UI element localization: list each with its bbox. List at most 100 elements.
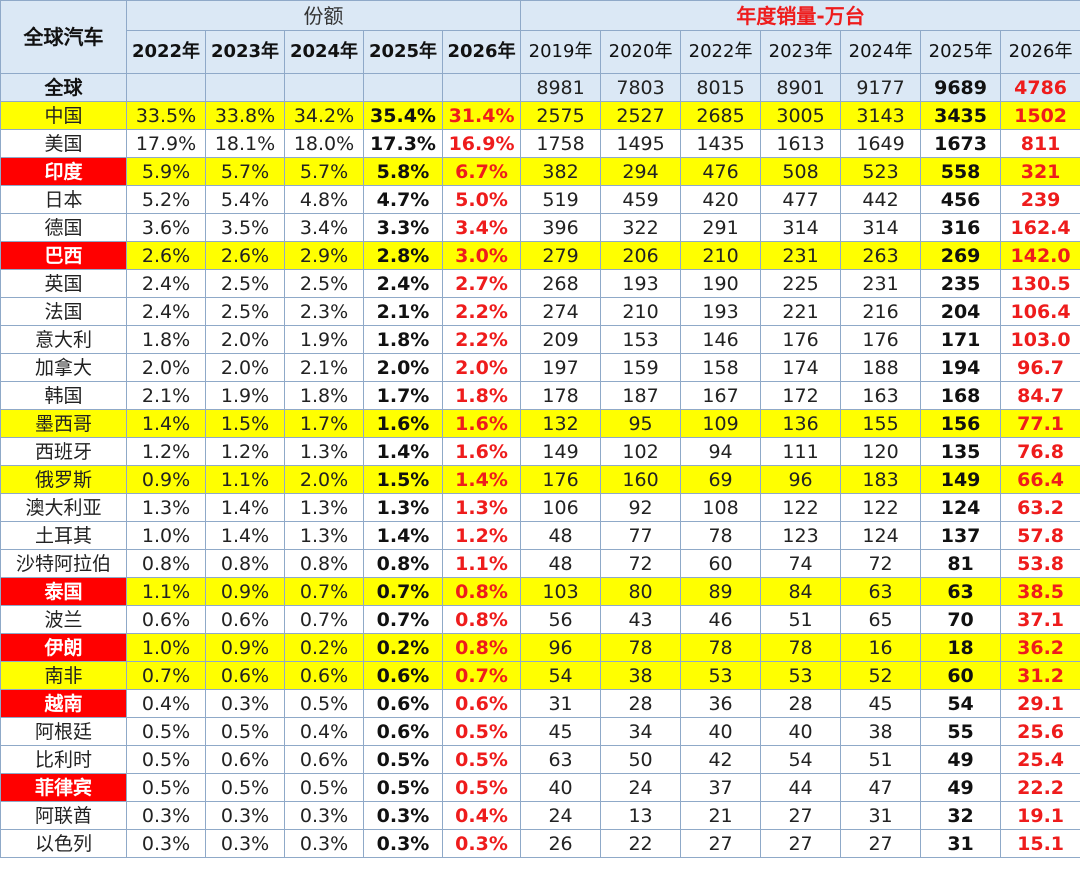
sales-cell: 38 — [600, 661, 682, 690]
sales-cell: 96 — [760, 465, 842, 494]
sales-cell: 31.2 — [1000, 661, 1080, 690]
share-cell: 0.3% — [205, 801, 285, 830]
sales-cell: 132 — [520, 409, 602, 438]
share-year-header: 2024年 — [284, 30, 364, 74]
sales-cell: 102 — [600, 437, 682, 466]
share-cell: 1.5% — [363, 465, 443, 494]
share-cell: 2.0% — [441, 353, 522, 382]
share-cell — [441, 73, 522, 102]
country-name: 沙特阿拉伯 — [0, 549, 127, 578]
sales-cell: 60 — [920, 661, 1002, 690]
sales-year-header: 2019年 — [520, 30, 602, 74]
share-cell: 3.3% — [363, 213, 443, 242]
country-name: 菲律宾 — [0, 773, 127, 802]
sales-year-header: 2024年 — [840, 30, 922, 74]
sales-cell: 45 — [840, 689, 922, 718]
share-cell: 0.5% — [205, 773, 285, 802]
share-cell: 2.1% — [363, 297, 443, 326]
sales-cell: 66.4 — [1000, 465, 1080, 494]
share-cell: 0.6% — [284, 745, 364, 774]
share-cell: 2.9% — [284, 241, 364, 270]
share-cell: 17.3% — [363, 129, 443, 158]
sales-cell: 149 — [520, 437, 602, 466]
share-cell: 2.2% — [441, 325, 522, 354]
share-cell: 0.5% — [363, 773, 443, 802]
sales-cell: 27 — [680, 829, 762, 858]
sales-cell: 268 — [520, 269, 602, 298]
country-name: 南非 — [0, 661, 127, 690]
country-name: 越南 — [0, 689, 127, 718]
sales-cell: 74 — [760, 549, 842, 578]
share-cell: 0.9% — [205, 577, 285, 606]
sales-cell: 54 — [760, 745, 842, 774]
sales-cell: 36.2 — [1000, 633, 1080, 662]
sales-cell: 2685 — [680, 101, 762, 130]
share-cell: 0.4% — [284, 717, 364, 746]
share-cell: 1.9% — [205, 381, 285, 410]
table-row: 以色列 0.3% 0.3% 0.3% 0.3% 0.3% 26 22 27 27 27 31 15.1 — [0, 829, 1080, 858]
sales-year-header: 2020年 — [600, 30, 682, 74]
sales-cell: 1502 — [1000, 101, 1080, 130]
share-cell: 1.0% — [126, 633, 206, 662]
sales-cell: 22 — [600, 829, 682, 858]
sales-cell: 124 — [920, 493, 1002, 522]
share-cell: 0.5% — [205, 717, 285, 746]
country-name: 德国 — [0, 213, 127, 242]
sales-cell: 209 — [520, 325, 602, 354]
sales-cell: 84 — [760, 577, 842, 606]
share-cell: 2.5% — [205, 297, 285, 326]
sales-cell: 49 — [920, 773, 1002, 802]
sales-cell: 37.1 — [1000, 605, 1080, 634]
share-year-header: 2023年 — [205, 30, 285, 74]
share-cell: 0.3% — [284, 801, 364, 830]
share-cell: 0.8% — [126, 549, 206, 578]
share-cell: 1.3% — [284, 437, 364, 466]
share-cell: 6.7% — [441, 157, 522, 186]
sales-cell: 160 — [600, 465, 682, 494]
sales-cell: 38 — [840, 717, 922, 746]
country-name: 韩国 — [0, 381, 127, 410]
share-cell: 2.0% — [205, 325, 285, 354]
country-name: 法国 — [0, 297, 127, 326]
sales-cell: 477 — [760, 185, 842, 214]
sales-cell: 204 — [920, 297, 1002, 326]
sales-cell: 3435 — [920, 101, 1002, 130]
share-cell: 1.4% — [363, 437, 443, 466]
sales-cell: 45 — [520, 717, 602, 746]
sales-cell: 28 — [760, 689, 842, 718]
sales-cell: 95 — [600, 409, 682, 438]
share-cell: 0.4% — [441, 801, 522, 830]
sales-cell: 78 — [680, 633, 762, 662]
share-cell: 2.0% — [205, 353, 285, 382]
sales-cell: 149 — [920, 465, 1002, 494]
sales-cell: 65 — [840, 605, 922, 634]
share-cell: 0.3% — [363, 801, 443, 830]
sales-cell: 263 — [840, 241, 922, 270]
share-year-header: 2026年 — [441, 30, 522, 74]
sales-cell: 38.5 — [1000, 577, 1080, 606]
country-name: 波兰 — [0, 605, 127, 634]
share-cell: 1.1% — [205, 465, 285, 494]
sales-cell: 174 — [760, 353, 842, 382]
share-cell: 0.5% — [363, 745, 443, 774]
sales-cell: 56 — [520, 605, 602, 634]
table-row: 日本 5.2% 5.4% 4.8% 4.7% 5.0% 519 459 420 477 442 456… — [0, 185, 1080, 214]
sales-cell: 269 — [920, 241, 1002, 270]
table-row: 全球 8981 7803 8015 8901 9177 9689 4786 — [0, 73, 1080, 102]
table-row: 美国 17.9% 18.1% 18.0% 17.3% 16.9% 1758 1495 1435 1… — [0, 129, 1080, 158]
share-cell: 1.6% — [441, 437, 522, 466]
sales-cell: 3143 — [840, 101, 922, 130]
share-cell: 0.9% — [126, 465, 206, 494]
country-name: 澳大利亚 — [0, 493, 127, 522]
sales-cell: 1673 — [920, 129, 1002, 158]
share-cell: 0.7% — [363, 577, 443, 606]
sales-cell: 24 — [520, 801, 602, 830]
sales-cell: 50 — [600, 745, 682, 774]
sales-cell: 221 — [760, 297, 842, 326]
share-cell: 2.8% — [363, 241, 443, 270]
share-cell: 0.8% — [441, 605, 522, 634]
table-row: 沙特阿拉伯 0.8% 0.8% 0.8% 0.8% 1.1% 48 72 60 74 72 81 53.… — [0, 549, 1080, 578]
sales-cell: 78 — [680, 521, 762, 550]
share-cell: 1.4% — [205, 493, 285, 522]
sales-cell: 122 — [760, 493, 842, 522]
